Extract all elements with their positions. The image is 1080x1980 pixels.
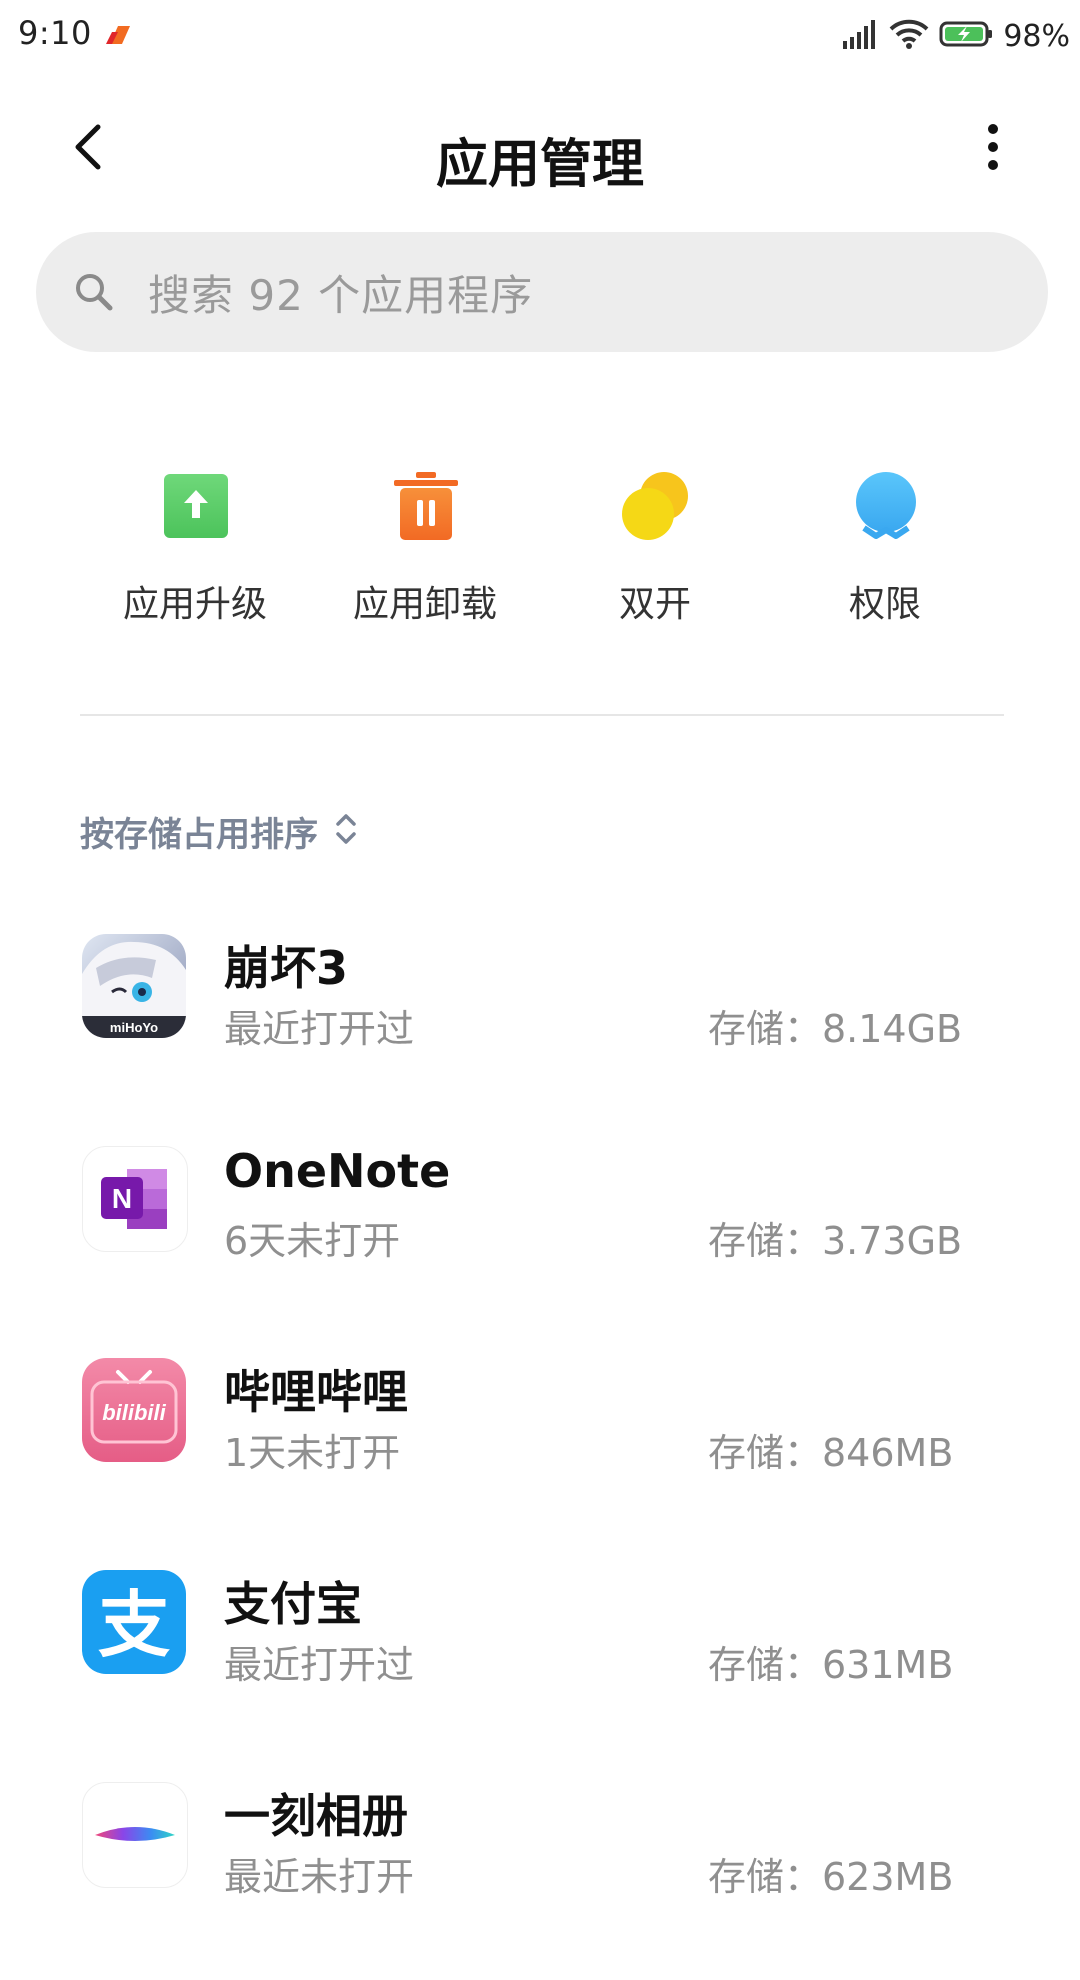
more-options-button[interactable] <box>978 124 1008 174</box>
upgrade-icon <box>160 470 232 542</box>
sort-selector[interactable]: 按存储占用排序 <box>80 806 358 856</box>
trash-icon <box>390 470 462 542</box>
more-vertical-icon <box>987 123 999 175</box>
bilibili-icon-text: bilibili <box>102 1400 166 1425</box>
app-name: 哔哩哔哩 <box>224 1365 408 1419</box>
app-last-opened: 最近打开过 <box>224 1643 415 1687</box>
quick-actions: 应用升级 应用卸载 双开 权限 <box>80 460 1000 630</box>
onenote-icon: N <box>82 1146 188 1252</box>
app-row[interactable]: 一刻相册 最近未打开 存储：623MB <box>0 1768 1080 1980</box>
sort-toggle-icon <box>334 812 358 850</box>
honkai-icon: miHoYo <box>82 934 186 1038</box>
action-dual-app-label: 双开 <box>618 584 691 625</box>
status-time: 9:10 <box>18 14 92 52</box>
onenote-icon-text: N <box>112 1183 132 1214</box>
page-title: 应用管理 <box>435 135 644 195</box>
permission-icon <box>850 470 922 542</box>
app-name: 崩坏3 <box>224 941 349 995</box>
app-row[interactable]: 支 支付宝 最近打开过 存储：631MB <box>0 1556 1080 1768</box>
search-icon <box>72 270 116 314</box>
action-permission[interactable]: 权限 <box>770 460 1000 630</box>
battery-percent: 98% <box>1003 18 1070 54</box>
divider <box>80 714 1004 716</box>
alipay-icon-text: 支 <box>98 1583 170 1667</box>
search-input[interactable]: 搜索 92 个应用程序 <box>148 262 533 323</box>
search-bar[interactable]: 搜索 92 个应用程序 <box>36 232 1048 352</box>
action-dual-app[interactable]: 双开 <box>540 460 770 630</box>
action-upgrade[interactable]: 应用升级 <box>80 460 310 630</box>
alipay-icon: 支 <box>82 1570 186 1674</box>
app-name: OneNote <box>224 1144 451 1198</box>
app-last-opened: 6天未打开 <box>224 1219 401 1263</box>
app-row[interactable]: N OneNote 6天未打开 存储：3.73GB <box>0 1132 1080 1344</box>
action-upgrade-label: 应用升级 <box>122 584 267 625</box>
bilibili-icon: bilibili <box>82 1358 186 1462</box>
app-last-opened: 最近未打开 <box>224 1855 415 1899</box>
app-last-opened: 最近打开过 <box>224 1007 415 1051</box>
app-row[interactable]: bilibili 哔哩哔哩 1天未打开 存储：846MB <box>0 1344 1080 1556</box>
status-indicators: 98% <box>841 14 1070 58</box>
sort-label: 按存储占用排序 <box>80 814 318 855</box>
app-name: 一刻相册 <box>224 1789 408 1843</box>
dual-app-icon <box>620 470 692 542</box>
app-storage-size: 存储：8.14GB <box>708 1007 963 1051</box>
battery-charging-icon <box>939 20 993 52</box>
wifi-icon <box>889 18 929 54</box>
app-header: 应用管理 <box>0 72 1080 230</box>
signal-icon <box>841 19 879 53</box>
app-storage-size: 存储：623MB <box>708 1855 954 1899</box>
app-row[interactable]: miHoYo 崩坏3 最近打开过 存储：8.14GB <box>0 920 1080 1132</box>
yike-album-icon <box>82 1782 188 1888</box>
status-bar: 9:10 98% <box>0 0 1080 72</box>
app-storage-size: 存储：631MB <box>708 1643 954 1687</box>
action-uninstall-label: 应用卸载 <box>352 584 497 625</box>
app-storage-size: 存储：3.73GB <box>708 1219 963 1263</box>
app-name: 支付宝 <box>224 1577 362 1631</box>
action-uninstall[interactable]: 应用卸载 <box>310 460 540 630</box>
action-permission-label: 权限 <box>848 584 921 625</box>
app-last-opened: 1天未打开 <box>224 1431 401 1475</box>
app-storage-size: 存储：846MB <box>708 1431 954 1475</box>
honkai-icon-text: miHoYo <box>110 1020 158 1035</box>
notification-icon <box>102 24 132 46</box>
